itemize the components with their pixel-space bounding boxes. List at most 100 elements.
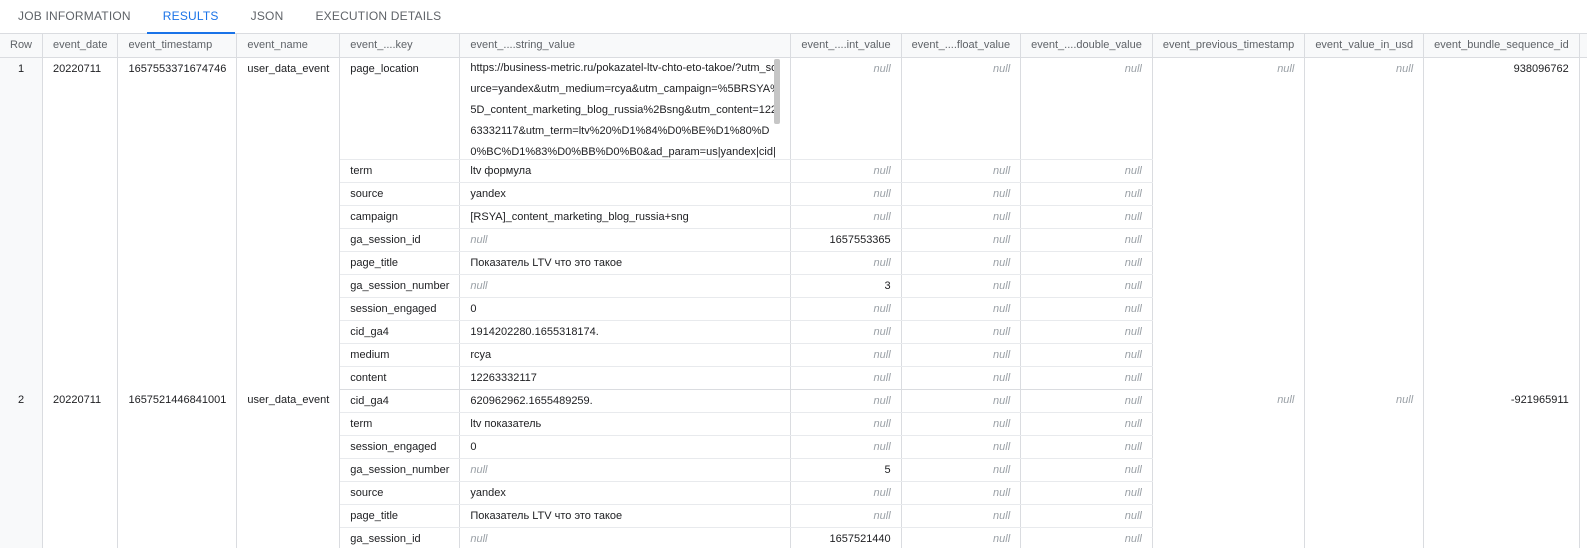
column-header-event-previous-timestamp[interactable]: event_previous_timestamp [1152,34,1306,58]
param-key-cell: source [339,182,461,206]
param-key-cell: session_engaged [339,297,461,321]
cell-scrollbar[interactable] [774,58,781,124]
param-float-value-cell: null [901,159,1022,183]
param-key-cell: ga_session_id [339,228,461,252]
param-float-value-cell: null [901,297,1022,321]
param-key-cell: term [339,159,461,183]
event-previous-timestamp-cell: null [1152,389,1306,548]
param-float-value-cell: null [901,389,1022,413]
param-string-value-cell: null [459,228,792,252]
column-header-event-params-key[interactable]: event_....key [339,34,461,58]
param-string-value-cell[interactable]: https://business-metric.ru/pokazatel-ltv… [459,57,792,160]
param-double-value-cell: null [1020,481,1153,505]
event-name-cell: user_data_event [236,57,341,389]
param-double-value-cell: null [1020,343,1153,367]
column-header-event-name[interactable]: event_name [236,34,341,58]
tab-execution-details[interactable]: EXECUTION DETAILS [299,0,457,33]
param-key-cell: term [339,412,461,436]
param-double-value-cell: null [1020,412,1153,436]
param-string-value-cell: null [459,458,792,482]
event-value-in-usd-cell: null [1304,57,1425,389]
param-key-cell: ga_session_number [339,458,461,482]
param-string-value-cell: rcya [459,343,792,367]
param-float-value-cell: null [901,435,1022,459]
param-double-value-cell: null [1020,205,1153,229]
results-grid[interactable]: Row event_date event_timestamp event_nam… [0,34,1587,548]
param-float-value-cell: null [901,343,1022,367]
param-double-value-cell: null [1020,274,1153,298]
param-key-cell: medium [339,343,461,367]
param-key-cell: campaign [339,205,461,229]
param-int-value-cell: null [790,297,902,321]
event-timestamp-cell: 1657553371674746 [117,57,238,389]
param-string-value-cell: yandex [459,182,792,206]
param-key-cell: content [339,366,461,390]
param-float-value-cell: null [901,274,1022,298]
param-float-value-cell: null [901,527,1022,548]
param-string-value-cell: 0 [459,297,792,321]
tab-job-information[interactable]: JOB INFORMATION [2,0,147,33]
column-header-event-params-double-value[interactable]: event_....double_value [1020,34,1153,58]
event-date-cell: 20220711 [42,389,119,548]
event-value-in-usd-cell: null [1304,389,1425,548]
param-double-value-cell: null [1020,389,1153,413]
row-number: 1 [0,57,44,389]
param-int-value-cell: null [790,251,902,275]
param-int-value-cell: null [790,389,902,413]
results-table: Row event_date event_timestamp event_nam… [0,34,1587,548]
param-int-value-cell: null [790,320,902,344]
param-double-value-cell: null [1020,57,1153,160]
column-header-event-date[interactable]: event_date [42,34,119,58]
table-row: 1 20220711 1657553371674746 user_data_event… [0,57,1587,389]
tab-json[interactable]: JSON [235,0,300,33]
param-key-cell: page_location [339,57,461,160]
param-key-cell: source [339,481,461,505]
event-bundle-sequence-id-cell: -921965911 [1423,389,1580,548]
param-key-cell: ga_session_number [339,274,461,298]
param-double-value-cell: null [1020,251,1153,275]
param-int-value-cell: null [790,366,902,390]
column-header-event-bundle-sequence-id[interactable]: event_bundle_sequence_id [1423,34,1580,58]
param-string-value-cell: ltv формула [459,159,792,183]
tab-results[interactable]: RESULTS [146,0,235,34]
param-double-value-cell: null [1020,320,1153,344]
param-float-value-cell: null [901,412,1022,436]
param-string-value-cell: ltv показатель [459,412,792,436]
param-key-cell: cid_ga4 [339,320,461,344]
column-header-truncated[interactable]: e [1579,34,1587,58]
param-double-value-cell: null [1020,458,1153,482]
param-int-value-cell: 1657553365 [790,228,902,252]
param-int-value-cell: null [790,435,902,459]
param-int-value-cell: null [790,504,902,528]
column-header-event-value-in-usd[interactable]: event_value_in_usd [1304,34,1425,58]
param-double-value-cell: null [1020,159,1153,183]
param-int-value-cell: null [790,159,902,183]
table-row: 2 20220711 1657521446841001 user_data_event… [0,389,1587,548]
param-float-value-cell: null [901,251,1022,275]
param-float-value-cell: null [901,320,1022,344]
event-previous-timestamp-cell: null [1152,57,1306,389]
param-double-value-cell: null [1020,297,1153,321]
param-key-cell: page_title [339,251,461,275]
param-double-value-cell: null [1020,504,1153,528]
param-string-value-cell: null [459,527,792,548]
param-int-value-cell: 1657521440 [790,527,902,548]
param-int-value-cell: null [790,205,902,229]
param-int-value-cell: null [790,182,902,206]
column-header-event-params-int-value[interactable]: event_....int_value [790,34,902,58]
param-int-value-cell: 5 [790,458,902,482]
column-header-event-timestamp[interactable]: event_timestamp [117,34,238,58]
param-string-value-cell: Показатель LTV что это такое [459,504,792,528]
param-string-value-cell: [RSYA]_content_marketing_blog_russia+sng [459,205,792,229]
column-header-row[interactable]: Row [0,34,44,58]
column-header-event-params-float-value[interactable]: event_....float_value [901,34,1022,58]
param-key-cell: session_engaged [339,435,461,459]
param-int-value-cell: 3 [790,274,902,298]
header-row: Row event_date event_timestamp event_nam… [0,34,1587,58]
param-double-value-cell: null [1020,182,1153,206]
param-int-value-cell: null [790,481,902,505]
param-key-cell: cid_ga4 [339,389,461,413]
column-header-event-params-string-value[interactable]: event_....string_value [459,34,792,58]
param-double-value-cell: null [1020,527,1153,548]
event-date-cell: 20220711 [42,57,119,389]
